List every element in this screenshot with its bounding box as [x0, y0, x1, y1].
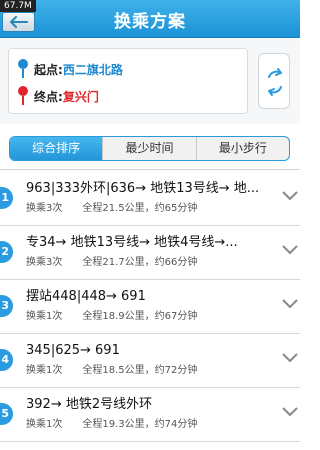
- start-label: 起点:: [34, 63, 63, 77]
- chevron-down-icon: [282, 245, 298, 255]
- plan-route: 963|333外环|636→ 地铁13号线→ 地...: [26, 181, 260, 196]
- plan-transfers: 换乘1次: [26, 365, 63, 376]
- plan-transfers: 换乘3次: [26, 203, 63, 214]
- chevron-down-icon: [282, 191, 298, 201]
- swap-route-button[interactable]: [258, 53, 290, 109]
- plan-transfers: 换乘1次: [26, 311, 63, 322]
- plan-meta: 换乘1次 全程18.9公里，约67分钟: [26, 311, 198, 322]
- plan-distance: 全程19.3公里: [82, 419, 145, 430]
- plan-meta: 换乘3次 全程21.7公里，约66分钟: [26, 257, 198, 268]
- plan-distance: 全程18.5公里: [82, 365, 145, 376]
- page-title: 换乘方案: [114, 12, 186, 32]
- chevron-down-icon: [282, 299, 298, 309]
- start-value: 西二旗北路: [62, 63, 123, 77]
- plan-distance: 全程21.7公里: [82, 257, 145, 268]
- memory-status-chip: 67.7M: [0, 0, 36, 12]
- plan-time: 约74分钟: [154, 419, 198, 430]
- chevron-down-icon: [282, 407, 298, 417]
- plan-route: 392→ 地铁2号线外环: [26, 397, 153, 412]
- route-box: 起点:西二旗北路 终点:复兴门: [8, 48, 248, 114]
- list-divider: [0, 169, 300, 170]
- plan-transfers: 换乘3次: [26, 257, 63, 268]
- end-pin-icon: [18, 86, 28, 105]
- plan-route: 345|625→ 691: [26, 343, 120, 358]
- plan-time: 约66分钟: [154, 257, 198, 268]
- chevron-down-icon: [282, 353, 298, 363]
- plan-time: 约72分钟: [154, 365, 198, 376]
- plan-item[interactable]: 1 963|333外环|636→ 地铁13号线→ 地... 换乘3次 全程21.5…: [0, 172, 300, 226]
- plan-transfers: 换乘1次: [26, 419, 63, 430]
- plan-item[interactable]: 4 345|625→ 691 换乘1次 全程18.5公里，约72分钟: [0, 334, 300, 388]
- plan-meta: 换乘1次 全程19.3公里，约74分钟: [26, 419, 198, 430]
- plan-number-badge: 2: [0, 241, 13, 263]
- header-bar: 换乘方案: [0, 0, 300, 38]
- plan-time: 约65分钟: [154, 203, 198, 214]
- plan-number-badge: 3: [0, 295, 13, 317]
- end-value: 复兴门: [62, 90, 99, 104]
- plan-distance: 全程18.9公里: [82, 311, 145, 322]
- plan-route: 摆站448|448→ 691: [26, 289, 146, 304]
- route-panel: 起点:西二旗北路 终点:复兴门: [0, 38, 300, 124]
- plan-item[interactable]: 5 392→ 地铁2号线外环 换乘1次 全程19.3公里，约74分钟: [0, 388, 300, 442]
- plan-route: 专34→ 地铁13号线→ 地铁4号线→...: [26, 235, 238, 250]
- back-button[interactable]: [2, 12, 35, 32]
- plan-meta: 换乘1次 全程18.5公里，约72分钟: [26, 365, 198, 376]
- plan-number-badge: 4: [0, 349, 13, 371]
- plan-time: 约67分钟: [154, 311, 198, 322]
- plan-number-badge: 1: [0, 187, 13, 209]
- end-location[interactable]: 终点:复兴门: [34, 88, 99, 106]
- plan-distance: 全程21.5公里: [82, 203, 145, 214]
- plan-number-badge: 5: [0, 403, 13, 425]
- plan-item[interactable]: 2 专34→ 地铁13号线→ 地铁4号线→... 换乘3次 全程21.7公里，约6…: [0, 226, 300, 280]
- start-pin-icon: [18, 59, 28, 78]
- start-location[interactable]: 起点:西二旗北路: [34, 61, 123, 79]
- end-label: 终点:: [34, 90, 63, 104]
- swap-icon: [268, 68, 282, 96]
- sort-tabs: 综合排序 最少时间 最小步行: [9, 136, 290, 161]
- plan-item[interactable]: 3 摆站448|448→ 691 换乘1次 全程18.9公里，约67分钟: [0, 280, 300, 334]
- tab-least-walking[interactable]: 最小步行: [195, 137, 289, 160]
- tab-least-time[interactable]: 最少时间: [102, 137, 195, 160]
- back-arrow-icon: [10, 16, 28, 28]
- tab-comprehensive[interactable]: 综合排序: [10, 137, 103, 160]
- plan-meta: 换乘3次 全程21.5公里，约65分钟: [26, 203, 198, 214]
